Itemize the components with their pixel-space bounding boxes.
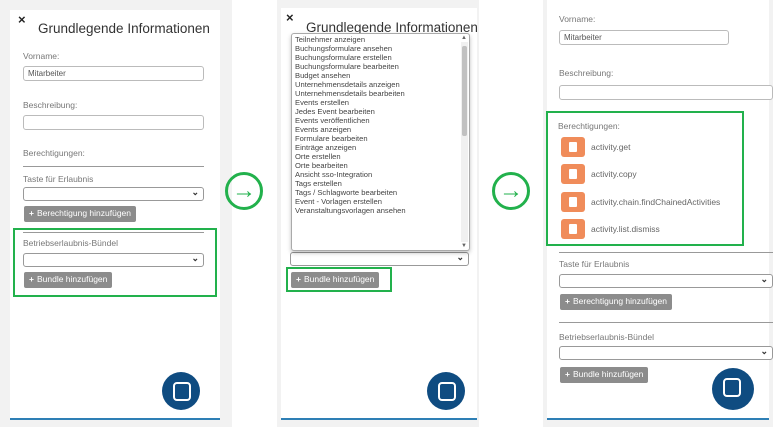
close-icon[interactable]: × (286, 10, 294, 25)
chevron-down-icon: ⌄ (760, 346, 768, 356)
beschreibung-label: Beschreibung: (23, 100, 78, 110)
delete-icon[interactable] (561, 137, 585, 157)
chat-icon[interactable] (712, 368, 754, 410)
permission-select[interactable]: ⌄ (559, 274, 773, 288)
chat-icon[interactable] (162, 372, 200, 410)
add-bundle-button[interactable]: + Bundle hinzufügen (24, 272, 113, 288)
dropdown-option[interactable]: Veranstaltungsvorlagen ansehen (292, 206, 469, 215)
add-permission-label: Berechtigung hinzufügen (36, 208, 132, 218)
delete-icon[interactable] (561, 192, 585, 212)
add-permission-label: Berechtigung hinzufügen (572, 296, 668, 306)
plus-icon: + (565, 369, 570, 379)
divider (559, 322, 773, 323)
chevron-down-icon: ⌄ (456, 252, 464, 262)
add-permission-button[interactable]: + Berechtigung hinzufügen (24, 206, 137, 222)
dropdown-option[interactable]: Event - Vorlagen erstellen (292, 197, 469, 206)
berechtigungen-label: Berechtigungen: (558, 121, 620, 131)
permission-item: activity.copy (561, 164, 741, 184)
dropdown-option[interactable]: Unternehmensdetails bearbeiten (292, 89, 469, 98)
vorname-label: Vorname: (23, 51, 60, 61)
bundle-label: Betriebserlaubnis-Bündel (559, 332, 654, 342)
dropdown-option[interactable]: Einträge anzeigen (292, 143, 469, 152)
beschreibung-label: Beschreibung: (559, 68, 614, 78)
arrow-right-icon: → (492, 172, 530, 210)
dropdown-option[interactable]: Buchungsformulare bearbeiten (292, 62, 469, 71)
chevron-down-icon: ⌄ (191, 253, 199, 263)
vorname-input[interactable]: Mitarbeiter (559, 30, 729, 45)
add-bundle-label: Bundle hinzufügen (572, 369, 644, 379)
delete-icon[interactable] (561, 219, 585, 239)
dropdown-option[interactable]: Tags / Schlagworte bearbeiten (292, 188, 469, 197)
dropdown-option[interactable]: Buchungsformulare erstellen (292, 53, 469, 62)
permission-name: activity.list.dismiss (591, 224, 660, 234)
dropdown-option[interactable]: Events veröffentlichen (292, 116, 469, 125)
dropdown-option[interactable]: Formulare bearbeiten (292, 134, 469, 143)
bundle-select[interactable]: ⌄ (23, 253, 204, 267)
bundle-label: Betriebserlaubnis-Bündel (23, 238, 118, 248)
permission-item: activity.get (561, 137, 741, 157)
delete-icon[interactable] (561, 164, 585, 184)
dropdown-option[interactable]: Teilnehmer anzeigen (292, 35, 469, 44)
vorname-label: Vorname: (559, 14, 596, 24)
scroll-up-icon[interactable]: ▲ (461, 35, 467, 41)
add-permission-button[interactable]: + Berechtigung hinzufügen (560, 294, 673, 310)
berechtigungen-label: Berechtigungen: (23, 148, 85, 158)
permission-name: activity.chain.findChainedActivities (591, 197, 721, 207)
close-icon[interactable]: × (18, 12, 26, 27)
plus-icon: + (565, 296, 570, 306)
dropdown-option[interactable]: Jedes Event bearbeiten (292, 107, 469, 116)
taste-label: Taste für Erlaubnis (23, 174, 94, 184)
chevron-down-icon: ⌄ (191, 187, 199, 197)
taste-label: Taste für Erlaubnis (559, 259, 630, 269)
dropdown-option[interactable]: Ansicht sso-Integration (292, 170, 469, 179)
chevron-down-icon: ⌄ (760, 274, 768, 284)
bundle-select[interactable]: ⌄ (559, 346, 773, 360)
dropdown-option[interactable]: Budget ansehen (292, 71, 469, 80)
permission-dropdown-list[interactable]: Teilnehmer anzeigen Buchungsformulare ans… (291, 33, 470, 251)
permission-name: activity.copy (591, 169, 637, 179)
plus-icon: + (29, 274, 34, 284)
panel-step-3: Vorname: Mitarbeiter Beschreibung: Berec… (543, 0, 773, 427)
scrollbar-thumb[interactable] (462, 46, 467, 136)
arrow-right-icon: → (225, 172, 263, 210)
dropdown-option[interactable]: Events anzeigen (292, 125, 469, 134)
plus-icon: + (296, 274, 301, 284)
vorname-input[interactable]: Mitarbeiter (23, 66, 204, 81)
beschreibung-input[interactable] (559, 85, 773, 100)
plus-icon: + (29, 208, 34, 218)
scroll-down-icon[interactable]: ▼ (461, 243, 467, 249)
add-bundle-label: Bundle hinzufügen (36, 274, 108, 284)
permission-item: activity.chain.findChainedActivities (561, 192, 741, 212)
dropdown-option[interactable]: Buchungsformulare ansehen (292, 44, 469, 53)
permission-select[interactable]: ⌄ (23, 187, 204, 201)
dropdown-option[interactable]: Events erstellen (292, 98, 469, 107)
dropdown-options: Teilnehmer anzeigen Buchungsformulare ans… (292, 34, 469, 215)
divider (23, 166, 204, 167)
dropdown-option[interactable]: Tags erstellen (292, 179, 469, 188)
permission-item: activity.list.dismiss (561, 219, 741, 239)
beschreibung-input[interactable] (23, 115, 204, 130)
dropdown-option[interactable]: Unternehmensdetails anzeigen (292, 80, 469, 89)
chat-icon[interactable] (427, 372, 465, 410)
divider (559, 252, 773, 253)
add-bundle-button[interactable]: + Bundle hinzufügen (560, 367, 649, 383)
add-bundle-label: Bundle hinzufügen (303, 274, 375, 284)
permission-name: activity.get (591, 142, 631, 152)
dropdown-option[interactable]: Orte erstellen (292, 152, 469, 161)
modal-title: Grundlegende Informationen (38, 21, 210, 36)
panel-step-1: × Grundlegende Informationen Vorname: Mi… (0, 0, 232, 427)
dropdown-option[interactable]: Orte bearbeiten (292, 161, 469, 170)
bundle-select[interactable]: ⌄ (290, 252, 469, 266)
add-bundle-button[interactable]: + Bundle hinzufügen (291, 272, 380, 288)
